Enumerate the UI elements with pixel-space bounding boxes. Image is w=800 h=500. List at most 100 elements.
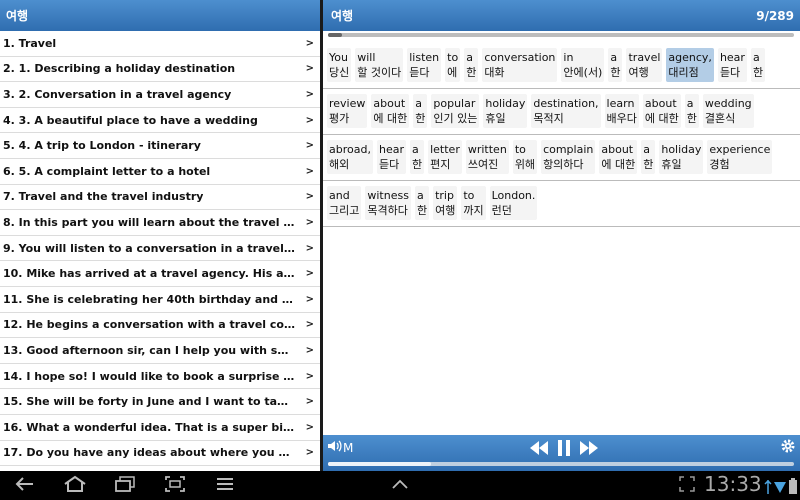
gear-icon[interactable] — [780, 438, 796, 458]
word-chip[interactable]: You 당신 — [327, 48, 352, 82]
list-item[interactable]: 17. Do you have any ideas about where yo… — [0, 441, 320, 467]
system-navigation-bar: 13:33 — [0, 471, 800, 500]
list-item[interactable]: 9. You will listen to a conversation in … — [0, 236, 320, 262]
word-chip[interactable]: hear 듣다 — [376, 140, 406, 174]
list-item-label: 5. 4. A trip to London - itinerary — [3, 139, 201, 153]
list-item[interactable]: 5. 4. A trip to London - itinerary > — [0, 133, 320, 159]
word-korean: 한 — [686, 112, 697, 125]
word-chip[interactable]: a한 — [641, 140, 656, 174]
word-chip[interactable]: about 에 대한 — [371, 94, 410, 128]
list-item[interactable]: 12. He begins a conversation with a trav… — [0, 312, 320, 339]
up-chevron-icon[interactable] — [390, 475, 410, 497]
reader-title: 여행 — [331, 9, 354, 23]
word-chip[interactable]: a한 — [464, 48, 479, 82]
sentence-progress-bar[interactable] — [328, 31, 794, 39]
word-chip[interactable]: a한 — [750, 48, 766, 82]
word-english: popular — [433, 97, 476, 110]
list-item[interactable]: 10. Mike has arrived at a travel agency.… — [0, 261, 320, 287]
word-chip[interactable]: experience 경험 — [707, 140, 773, 174]
word-chip-highlighted[interactable]: agency, 대리점 — [666, 48, 714, 82]
word-chip[interactable]: a한 — [608, 48, 623, 82]
word-chip[interactable]: letter 편지 — [428, 140, 462, 174]
list-item[interactable]: 15. She will be forty in June and I want… — [0, 389, 320, 415]
word-chip[interactable]: and 그리고 — [327, 186, 362, 220]
word-korean: 한 — [752, 66, 764, 79]
word-chip[interactable]: hear 듣다 — [717, 48, 747, 82]
word-english: trip — [435, 189, 454, 202]
word-chip[interactable]: about 에 대한 — [642, 94, 681, 128]
list-item-label: 10. Mike has arrived at a travel agency.… — [3, 267, 295, 281]
pause-icon[interactable] — [556, 439, 572, 461]
word-chip[interactable]: review 평가 — [327, 94, 368, 128]
word-english: witness — [367, 189, 409, 202]
word-korean: 한 — [415, 112, 426, 125]
list-item[interactable]: 4. 3. A beautiful place to have a weddin… — [0, 107, 320, 134]
audio-progress-bar[interactable] — [328, 461, 794, 467]
word-korean: 까지 — [463, 204, 484, 217]
word-chip[interactable]: learn 배우다 — [604, 94, 639, 128]
list-item[interactable]: 3. 2. Conversation in a travel agency > — [0, 82, 320, 108]
word-english: to — [447, 51, 459, 64]
word-chip[interactable]: witness 목격하다 — [365, 186, 411, 220]
list-item[interactable]: 13. Good afternoon sir, can I help you w… — [0, 338, 320, 364]
volume-button[interactable]: M — [327, 439, 353, 456]
list-item[interactable]: 8. In this part you will learn about the… — [0, 210, 320, 236]
list-item[interactable]: 11. She is celebrating her 40th birthday… — [0, 287, 320, 313]
word-english: and — [329, 189, 350, 202]
list-item[interactable]: 6. 5. A complaint letter to a hotel > — [0, 158, 320, 185]
word-chip[interactable]: a한 — [684, 94, 699, 128]
word-chip[interactable]: wedding 결혼식 — [702, 94, 754, 128]
list-item[interactable]: 2. 1. Describing a holiday destination > — [0, 56, 320, 83]
list-item[interactable]: 7. Travel and the travel industry > — [0, 185, 320, 211]
word-chip[interactable]: a한 — [414, 186, 430, 220]
word-english: holiday — [661, 143, 702, 156]
word-chip[interactable]: conversation 대화 — [482, 48, 558, 82]
sentence-list: You 당신 will 할 것이다 listen 듣다 to 에 a 한 conversation 대… — [323, 43, 800, 227]
list-item[interactable]: 1. Travel > — [0, 31, 320, 57]
word-chip[interactable]: to 까지 — [461, 186, 486, 220]
word-chip[interactable]: destination, 목적지 — [531, 94, 601, 128]
word-chip[interactable]: holiday 휴일 — [659, 140, 704, 174]
word-chip[interactable]: travel 여행 — [626, 48, 663, 82]
recent-apps-icon[interactable] — [114, 475, 136, 497]
battery-icon — [789, 478, 797, 498]
word-chip[interactable]: to 위해 — [512, 140, 538, 174]
chapter-list-panel: 여행 1. Travel >2. 1. Describing a holiday … — [0, 0, 320, 471]
rewind-icon[interactable] — [528, 440, 550, 460]
word-chip[interactable]: to 에 — [445, 48, 461, 82]
word-korean: 결혼식 — [704, 112, 736, 125]
word-korean: 여행 — [628, 66, 649, 79]
sentence-counter: 9/289 — [756, 8, 794, 23]
word-english: a — [610, 51, 618, 64]
chevron-right-icon: > — [305, 421, 314, 433]
word-chip[interactable]: London. 런던 — [489, 186, 538, 220]
menu-icon[interactable] — [215, 475, 235, 497]
word-chip[interactable]: about 에 대한 — [599, 140, 638, 174]
word-korean: 당신 — [329, 66, 350, 79]
word-chip[interactable]: will 할 것이다 — [355, 48, 404, 82]
word-chip[interactable]: abroad, 해외 — [327, 140, 373, 174]
word-chip[interactable]: complain 항의하다 — [541, 140, 596, 174]
word-chip[interactable]: a한 — [409, 140, 425, 174]
screenshot-icon[interactable] — [164, 475, 186, 497]
word-korean: 휴일 — [661, 158, 682, 171]
clock[interactable]: 13:33 — [704, 472, 762, 496]
chevron-right-icon: > — [305, 63, 314, 75]
chevron-right-icon: > — [305, 88, 314, 100]
list-item-label: 13. Good afternoon sir, can I help you w… — [3, 343, 295, 357]
word-chip[interactable]: holiday 휴일 — [483, 94, 528, 128]
list-item[interactable]: 16. What a wonderful idea. That is a sup… — [0, 414, 320, 441]
word-chip[interactable]: a한 — [413, 94, 428, 128]
word-chip[interactable]: listen 듣다 — [407, 48, 442, 82]
fast-forward-icon[interactable] — [578, 440, 600, 460]
chevron-right-icon: > — [305, 114, 314, 126]
word-chip[interactable]: written 쓰여진 — [465, 140, 509, 174]
list-item[interactable]: 14. I hope so! I would like to book a su… — [0, 363, 320, 390]
word-chip[interactable]: in 안에(서) — [561, 48, 605, 82]
fullscreen-icon[interactable] — [678, 475, 696, 497]
chevron-right-icon: > — [305, 140, 314, 152]
word-chip[interactable]: trip 여행 — [433, 186, 458, 220]
word-chip[interactable]: popular 인기 있는 — [431, 94, 480, 128]
back-icon[interactable] — [14, 475, 36, 497]
home-icon[interactable] — [62, 475, 88, 497]
